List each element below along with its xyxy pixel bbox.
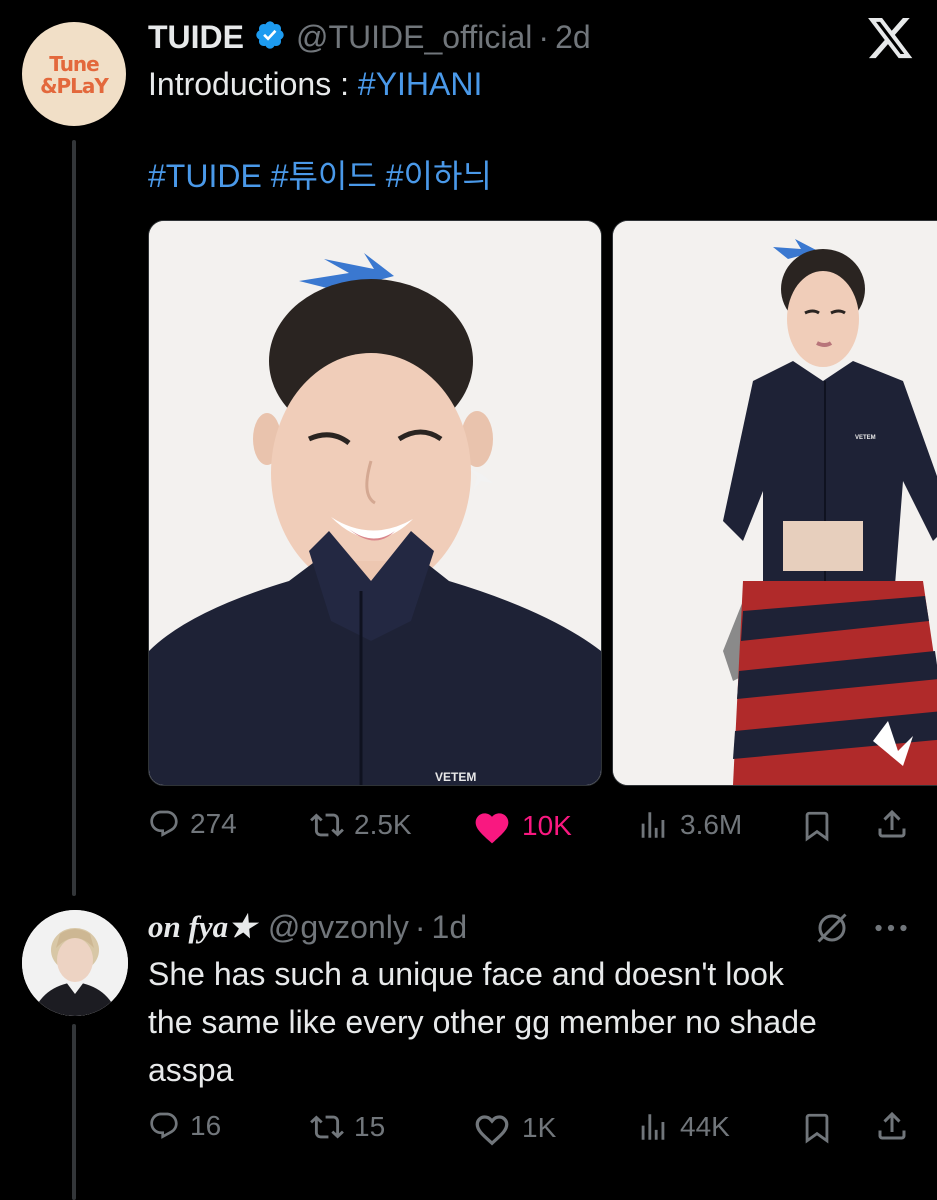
photo-full-outfit[interactable]: VETEM — [612, 220, 937, 786]
post-time[interactable]: 2d — [555, 19, 591, 56]
views-chart-icon — [641, 1114, 665, 1140]
post-reply-button[interactable]: 274 — [148, 808, 237, 840]
post-reply-count: 274 — [190, 808, 237, 839]
hashtag-tuide-korean[interactable]: #튜이드 — [271, 158, 377, 194]
post-display-name[interactable]: TUIDE — [148, 19, 244, 56]
avatar-logo-text-bottom: &PLaY — [40, 74, 109, 98]
reply-repost-button[interactable]: 15 — [310, 1110, 385, 1144]
heart-filled-icon — [475, 813, 509, 844]
reply-views-count: 44K — [680, 1111, 730, 1142]
reply-time[interactable]: 1d — [432, 909, 468, 946]
post-bookmark-button[interactable] — [800, 808, 834, 844]
reply-text-line-3: asspa — [148, 1052, 234, 1088]
reply-handle[interactable]: @gvzonly — [268, 909, 409, 946]
avatar-logo-text-top: Tune — [49, 52, 100, 76]
bookmark-icon — [805, 1113, 829, 1144]
reply-share-button[interactable] — [874, 1108, 910, 1144]
reply-like-button[interactable]: 1K — [472, 1110, 556, 1146]
reply-like-count: 1K — [522, 1112, 557, 1143]
post-repost-button[interactable]: 2.5K — [310, 808, 412, 842]
reply-avatar-photo — [22, 910, 128, 1016]
post-repost-count: 2.5K — [354, 809, 412, 840]
share-icon — [878, 1111, 906, 1140]
hashtag-yihani[interactable]: #YIHANI — [358, 66, 482, 102]
heart-outline-icon — [475, 1115, 509, 1146]
thread-line-top — [72, 140, 76, 896]
reply-text: She has such a unique face and doesn't l… — [148, 950, 817, 1094]
post-hashtags: #TUIDE #튜이드 #이하늬 — [148, 152, 492, 200]
post-views-count: 3.6M — [680, 809, 743, 840]
hashtag-yihani-korean[interactable]: #이하늬 — [386, 158, 492, 194]
thread-line-bottom — [72, 1024, 76, 1200]
reply-text-line-1: She has such a unique face and doesn't l… — [148, 956, 784, 992]
post-text-prefix: Introductions : — [148, 66, 358, 102]
portrait-illustration: VETEM — [149, 221, 601, 785]
reply-views-button[interactable]: 44K — [636, 1110, 730, 1144]
post-text: Introductions : #YIHANI — [148, 60, 482, 108]
share-icon — [878, 809, 906, 838]
post-like-count: 10K — [522, 810, 572, 841]
reply-header: on fya★ @gvzonly · 1d — [148, 906, 467, 948]
grok-icon[interactable] — [814, 910, 850, 951]
post-share-button[interactable] — [874, 806, 910, 842]
bookmark-icon — [805, 811, 829, 842]
reply-bookmark-button[interactable] — [800, 1110, 834, 1146]
post-views-button[interactable]: 3.6M — [636, 808, 742, 842]
post-header: TUIDE @TUIDE_official · 2d — [148, 16, 591, 58]
post-like-button[interactable]: 10K — [472, 808, 572, 844]
reply-time-separator: · — [414, 908, 426, 945]
reply-text-line-2: the same like every other gg member no s… — [148, 1004, 817, 1040]
views-chart-icon — [641, 812, 665, 838]
repost-icon — [310, 813, 344, 837]
verified-badge-icon — [254, 19, 286, 56]
reply-reply-button[interactable]: 16 — [148, 1110, 221, 1142]
photo-1-watermark: VETEM — [435, 770, 476, 784]
full-outfit-illustration: VETEM — [613, 221, 937, 785]
reply-repost-count: 15 — [354, 1111, 386, 1142]
tuide-avatar[interactable]: Tune &PLaY — [22, 22, 126, 126]
reply-display-name[interactable]: on fya★ — [148, 909, 256, 945]
x-logo-icon[interactable] — [868, 18, 914, 65]
photo-2-watermark: VETEM — [855, 435, 876, 441]
more-options-icon[interactable] — [872, 914, 910, 950]
repost-icon — [310, 1115, 344, 1139]
reply-icon — [150, 1112, 178, 1139]
hashtag-tuide[interactable]: #TUIDE — [148, 158, 262, 194]
post-time-separator: · — [538, 18, 550, 55]
reply-reply-count: 16 — [190, 1110, 222, 1141]
post-handle[interactable]: @TUIDE_official — [296, 19, 532, 56]
reply-avatar[interactable] — [22, 910, 128, 1016]
reply-icon — [150, 810, 178, 837]
photo-portrait-close-up[interactable]: VETEM — [148, 220, 602, 786]
